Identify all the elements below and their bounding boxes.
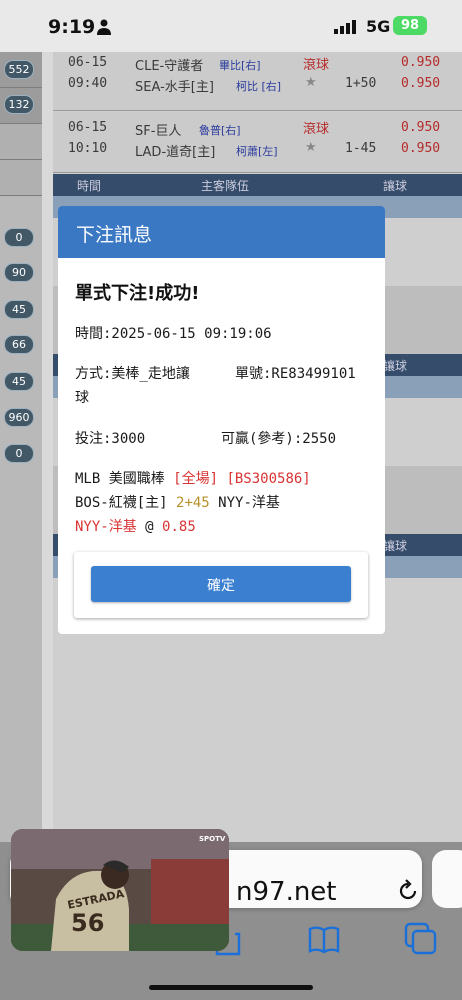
bet-scope: [全場] (173, 471, 219, 487)
ticket-number: 單號:RE83499101 (235, 366, 356, 382)
tabs-icon[interactable] (404, 922, 438, 956)
star-icon[interactable]: ★ (305, 140, 317, 155)
bet-info-dialog: 下注訊息 單式下注!成功! 時間:2025-06-15 09:19:06 方式:… (58, 206, 385, 634)
away-team: NYY-洋基 (218, 495, 280, 511)
live-label: 滾球 (303, 122, 330, 137)
jersey-number: 56 (71, 909, 105, 937)
bet-method: 方式:美棒_走地讓 (75, 366, 190, 382)
count-badge[interactable]: 132 (4, 95, 34, 114)
odds-value[interactable]: 0.950 (401, 55, 440, 70)
video-pip[interactable]: ESTRADA 56 SPOTV (11, 829, 229, 951)
header-handicap: 讓球 (383, 359, 408, 373)
home-pitcher: 柯比 [右] (236, 80, 282, 93)
away-pitcher: 畢比[右] (219, 59, 261, 72)
picked-team: NYY-洋基 (75, 519, 137, 535)
potential-win: 可贏(參考):2550 (221, 431, 337, 447)
left-row (0, 160, 42, 196)
button-area: 確定 (74, 552, 368, 618)
handicap-line: 1-45 (345, 141, 377, 156)
match-time: 10:10 (68, 141, 108, 156)
bet-league-line: MLB 美國職棒 [全場] [BS300586] (75, 468, 311, 488)
match-time: 09:40 (68, 76, 108, 91)
success-message: 單式下注!成功! (75, 283, 200, 304)
handicap-line: 1+50 (345, 76, 377, 91)
away-pitcher: 魯普[右] (199, 124, 241, 137)
count-badge[interactable]: 90 (4, 263, 34, 282)
battery-icon: 98 (393, 16, 427, 35)
signal-icon (334, 20, 356, 34)
person-icon (97, 19, 111, 35)
home-team: LAD-道奇[主] (135, 145, 216, 160)
dialog-header: 下注訊息 (58, 206, 385, 258)
live-label: 滾球 (303, 58, 330, 73)
count-badge[interactable]: 0 (4, 228, 34, 247)
status-time: 9:19 (48, 16, 96, 38)
match-date: 06-15 (68, 120, 108, 135)
home-pitcher: 柯蕭[左] (236, 145, 278, 158)
count-badge[interactable]: 66 (4, 335, 34, 354)
star-icon[interactable]: ★ (305, 75, 317, 90)
reload-icon[interactable] (396, 879, 420, 903)
match-date: 06-15 (68, 55, 108, 70)
bet-method-wrap: 球 (75, 390, 89, 406)
league-name: MLB 美國職棒 (75, 471, 165, 487)
away-team: SF-巨人 (135, 124, 182, 139)
bet-pick-line: NYY-洋基 @ 0.85 (75, 516, 196, 536)
odds-value[interactable]: 0.950 (401, 141, 440, 156)
bet-odds: 0.85 (162, 519, 196, 535)
away-team: CLE-守護者 (135, 59, 204, 74)
bet-time: 時間:2025-06-15 09:19:06 (75, 326, 272, 342)
dialog-title: 下注訊息 (76, 224, 153, 246)
left-row (0, 124, 42, 160)
home-team: BOS-紅襪[主] (75, 495, 168, 511)
confirm-button[interactable]: 確定 (91, 566, 351, 602)
at-symbol: @ (145, 519, 154, 535)
count-badge[interactable]: 0 (4, 444, 34, 463)
home-indicator (149, 985, 313, 990)
url-text: n97.net (236, 877, 337, 907)
bookmarks-icon[interactable] (307, 922, 341, 956)
header-teams: 主客隊伍 (201, 179, 250, 193)
table-header: 時間 主客隊伍 讓球 (53, 174, 462, 196)
header-time: 時間 (77, 179, 102, 193)
channel-logo: SPOTV (199, 835, 226, 843)
count-badge[interactable]: 552 (4, 60, 34, 79)
bet-match-line: BOS-紅襪[主] 2+45 NYY-洋基 (75, 492, 280, 512)
header-handicap: 讓球 (383, 539, 408, 553)
handicap-line: 2+45 (176, 495, 210, 511)
odds-value[interactable]: 0.950 (401, 120, 440, 135)
status-bar: 9:19 5G 98 (0, 0, 462, 52)
count-badge[interactable]: 960 (4, 408, 34, 427)
header-handicap: 讓球 (383, 179, 408, 193)
home-team: SEA-水手[主] (135, 80, 214, 95)
count-badge[interactable]: 45 (4, 300, 34, 319)
next-tab-edge[interactable] (432, 850, 462, 908)
bet-code: [BS300586] (226, 471, 311, 487)
network-label: 5G (366, 17, 391, 36)
match-row[interactable]: 06-15 10:10 SF-巨人 魯普[右] LAD-道奇[主] 柯蕭[左] … (53, 112, 462, 173)
match-row[interactable]: 06-15 09:40 CLE-守護者 畢比[右] SEA-水手[主] 柯比 [… (53, 52, 462, 111)
odds-value[interactable]: 0.950 (401, 76, 440, 91)
left-column: 552 132 0 90 45 66 45 960 0 (0, 52, 42, 842)
count-badge[interactable]: 45 (4, 372, 34, 391)
stake-amount: 投注:3000 (75, 431, 146, 447)
